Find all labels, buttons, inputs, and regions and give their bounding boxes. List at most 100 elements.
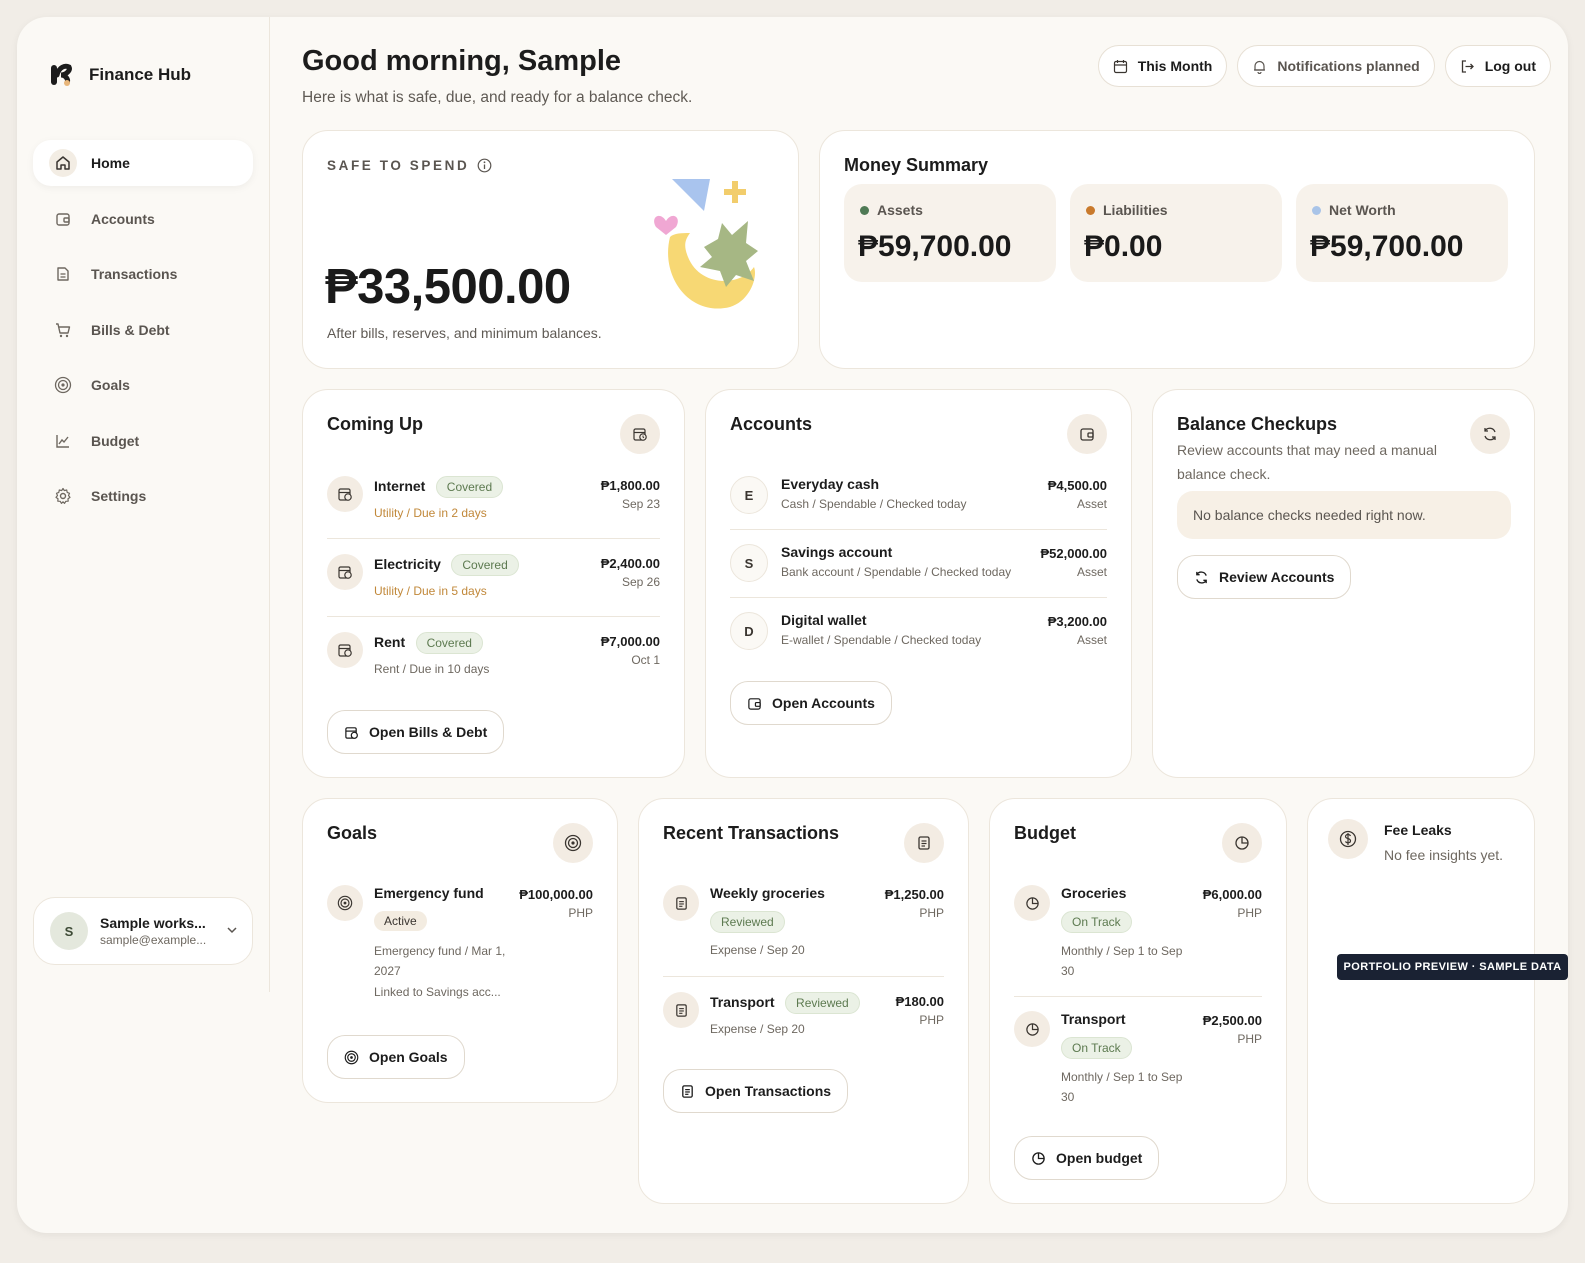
table-row[interactable]: Transport Reviewed Expense / Sep 20 ₱180… xyxy=(663,992,944,1044)
sidebar-item-goals[interactable]: Goals xyxy=(33,362,253,408)
divider xyxy=(327,616,660,617)
account-avatar: D xyxy=(730,612,768,650)
list-item[interactable]: Electricity Covered Utility / Due in 5 d… xyxy=(327,554,660,606)
wallet-icon[interactable] xyxy=(1067,414,1107,454)
recent-transactions-title: Recent Transactions xyxy=(663,823,840,843)
period-button[interactable]: This Month xyxy=(1097,45,1228,87)
bill-due: Utility / Due in 5 days xyxy=(374,584,487,598)
account-name: Digital wallet xyxy=(781,612,867,628)
assets-label-text: Assets xyxy=(877,202,923,218)
bell-icon xyxy=(1252,59,1267,74)
sidebar-item-budget[interactable]: Budget xyxy=(33,418,253,464)
avatar: S xyxy=(50,912,88,950)
notifications-button[interactable]: Notifications planned xyxy=(1237,45,1435,87)
open-accounts-label: Open Accounts xyxy=(772,695,875,711)
account-avatar: E xyxy=(730,476,768,514)
transaction-amount-value: ₱1,250.00 xyxy=(884,887,944,902)
bill-name: Electricity xyxy=(374,556,441,572)
list-item[interactable]: D Digital wallet E-wallet / Spendable / … xyxy=(730,612,1107,656)
home-icon xyxy=(49,149,77,177)
table-row[interactable]: Weekly groceries Reviewed Expense / Sep … xyxy=(663,885,944,965)
transaction-detail: Expense / Sep 20 xyxy=(710,1022,805,1036)
pie-chart-icon xyxy=(1014,885,1050,921)
list-item[interactable]: Transport On Track Monthly / Sep 1 to Se… xyxy=(1014,1011,1262,1111)
sidebar-item-settings[interactable]: Settings xyxy=(33,473,253,519)
pie-chart-icon[interactable] xyxy=(1222,823,1262,863)
open-transactions-label: Open Transactions xyxy=(705,1083,832,1099)
sidebar: Finance Hub Home Accounts Transactions B… xyxy=(17,17,270,992)
liabilities-label-text: Liabilities xyxy=(1103,202,1168,218)
brand[interactable]: Finance Hub xyxy=(49,63,191,87)
balance-checkups-card: Balance Checkups Review accounts that ma… xyxy=(1152,389,1535,778)
sidebar-item-home[interactable]: Home xyxy=(33,140,253,186)
divider xyxy=(730,597,1107,598)
budget-amount: ₱6,000.00 PHP xyxy=(1203,887,1262,920)
open-transactions-button[interactable]: Open Transactions xyxy=(663,1069,849,1113)
document-icon xyxy=(49,260,77,288)
budget-amount: ₱2,500.00 PHP xyxy=(1203,1013,1262,1046)
list-item[interactable]: Groceries On Track Monthly / Sep 1 to Se… xyxy=(1014,885,1262,985)
app-name: Finance Hub xyxy=(89,65,192,84)
logout-button[interactable]: Log out xyxy=(1444,45,1551,87)
user-menu[interactable]: S Sample works... sample@example... xyxy=(33,897,253,965)
calendar-clock-icon xyxy=(344,725,359,740)
account-name: Everyday cash xyxy=(781,476,880,492)
bill-amount-value: ₱1,800.00 xyxy=(600,478,660,493)
money-summary-title: Money Summary xyxy=(844,155,989,175)
accounts-title: Accounts xyxy=(730,414,813,434)
target-icon[interactable] xyxy=(553,823,593,863)
goal-currency: PHP xyxy=(568,906,593,920)
budget-amount-value: ₱6,000.00 xyxy=(1202,887,1262,902)
page-title: Good morning, Sample xyxy=(302,45,622,77)
open-bills-debt-label: Open Bills & Debt xyxy=(369,724,488,740)
fee-leaks-empty-text: No fee insights yet. xyxy=(1384,847,1504,863)
calendar-clock-icon[interactable] xyxy=(620,414,660,454)
review-accounts-button[interactable]: Review Accounts xyxy=(1177,555,1352,599)
net-worth-value: ₱59,700.00 xyxy=(1310,230,1464,263)
chevron-down-icon xyxy=(226,924,238,936)
bill-date: Sep 26 xyxy=(621,575,660,589)
budget-title: Budget xyxy=(1014,823,1076,843)
list-item[interactable]: E Everyday cash Cash / Spendable / Check… xyxy=(730,476,1107,520)
goal-amount: ₱100,000.00 PHP xyxy=(519,887,593,920)
refresh-icon[interactable] xyxy=(1470,414,1510,454)
open-goals-label: Open Goals xyxy=(369,1049,448,1065)
open-goals-button[interactable]: Open Goals xyxy=(327,1035,465,1079)
divider xyxy=(1014,996,1262,997)
status-badge: Covered xyxy=(435,476,504,498)
user-email: sample@example... xyxy=(100,933,207,947)
safe-to-spend-note: After bills, reserves, and minimum balan… xyxy=(327,325,602,341)
open-budget-button[interactable]: Open budget xyxy=(1014,1136,1160,1180)
sidebar-item-bills-debt[interactable]: Bills & Debt xyxy=(33,307,253,353)
open-accounts-button[interactable]: Open Accounts xyxy=(730,681,892,725)
goals-title: Goals xyxy=(327,823,378,843)
budget-currency: PHP xyxy=(1237,1032,1262,1046)
document-icon xyxy=(680,1084,695,1099)
sidebar-item-accounts[interactable]: Accounts xyxy=(33,196,253,242)
document-icon xyxy=(663,992,699,1028)
info-icon[interactable] xyxy=(477,158,492,173)
document-icon xyxy=(663,885,699,921)
open-bills-debt-button[interactable]: Open Bills & Debt xyxy=(327,710,505,754)
coming-up-card: Coming Up Internet Covered Utility / Due… xyxy=(302,389,685,778)
bill-amount-value: ₱7,000.00 xyxy=(600,634,660,649)
list-item[interactable]: Rent Covered Rent / Due in 10 days ₱7,00… xyxy=(327,632,660,684)
budget-amount-value: ₱2,500.00 xyxy=(1202,1013,1262,1028)
list-item[interactable]: S Savings account Bank account / Spendab… xyxy=(730,544,1107,588)
balance-checkups-empty-state: No balance checks needed right now. xyxy=(1177,491,1511,539)
net-worth-dot-icon xyxy=(1312,205,1321,215)
budget-name: Groceries xyxy=(1061,885,1127,901)
accounts-card: Accounts E Everyday cash Cash / Spendabl… xyxy=(705,389,1132,778)
goal-link: Linked to Savings acc... xyxy=(374,985,501,999)
transaction-amount-value: ₱180.00 xyxy=(895,994,944,1009)
list-item[interactable]: Internet Covered Utility / Due in 2 days… xyxy=(327,476,660,528)
sidebar-item-transactions[interactable]: Transactions xyxy=(33,251,253,297)
sidebar-item-label: Budget xyxy=(91,432,140,449)
account-type: Asset xyxy=(1076,565,1107,579)
safe-to-spend-label: SAFE TO SPEND xyxy=(327,158,492,173)
document-icon[interactable] xyxy=(904,823,944,863)
transaction-currency: PHP xyxy=(919,906,944,920)
list-item[interactable]: Emergency fund Active Emergency fund / M… xyxy=(327,885,593,1005)
safe-to-spend-amount: ₱33,500.00 xyxy=(325,260,571,314)
logout-icon xyxy=(1460,59,1475,74)
